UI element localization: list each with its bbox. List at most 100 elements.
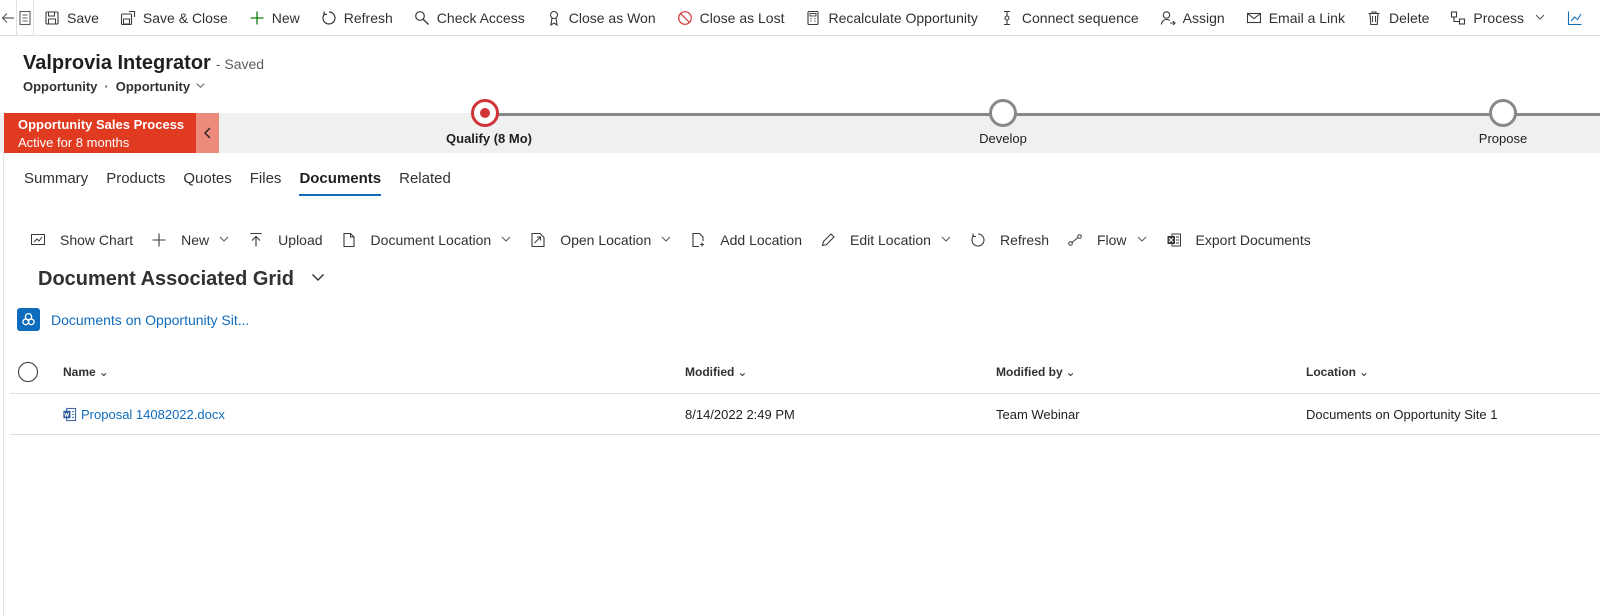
column-header-modified-by[interactable]: Modified by ⌄ <box>996 365 1076 379</box>
tab-related[interactable]: Related <box>390 168 460 196</box>
new-button[interactable]: New <box>239 0 311 35</box>
show-chart-button[interactable]: Show Chart <box>20 226 141 254</box>
delete-label: Delete <box>1388 9 1430 26</box>
chevron-down-icon: ⌄ <box>1065 365 1076 379</box>
document-location: Documents on Opportunity Site 1 <box>1306 407 1498 422</box>
chevron-down-icon <box>218 232 230 248</box>
site-link-text[interactable]: Documents on Opportunity Sit... <box>51 312 249 328</box>
close-as-won-button[interactable]: Close as Won <box>536 0 667 35</box>
show-chart-label: Show Chart <box>60 232 134 248</box>
stage-propose-marker[interactable] <box>1489 99 1517 127</box>
chevron-down-icon[interactable] <box>195 79 206 94</box>
subgrid-new-button[interactable]: New <box>141 226 238 254</box>
sharepoint-icon <box>17 308 40 331</box>
record-title: Valprovia Integrator <box>23 52 211 74</box>
refresh-button[interactable]: Refresh <box>311 0 404 35</box>
tab-products[interactable]: Products <box>97 168 174 196</box>
command-bar: Save Save & Close New Refresh Check Acce… <box>0 0 1600 36</box>
chevron-down-icon <box>1136 232 1148 248</box>
export-documents-button[interactable]: Export Documents <box>1156 226 1319 254</box>
grid-header-row: Name ⌄ Modified ⌄ Modified by ⌄ Location ⌄ <box>10 352 1600 394</box>
select-all-checkbox[interactable] <box>18 362 38 382</box>
close-as-lost-button[interactable]: Close as Lost <box>667 0 796 35</box>
column-name-label: Name <box>63 365 96 379</box>
column-location-label: Location <box>1306 365 1356 379</box>
tab-quotes[interactable]: Quotes <box>174 168 240 196</box>
pencil-icon <box>820 232 836 248</box>
subgrid-refresh-button[interactable]: Refresh <box>960 226 1057 254</box>
word-document-icon <box>63 407 77 422</box>
tab-files[interactable]: Files <box>241 168 291 196</box>
save-close-button[interactable]: Save & Close <box>110 0 239 35</box>
document-name-link[interactable]: Proposal 14082022.docx <box>62 407 225 422</box>
connect-sequence-label: Connect sequence <box>1021 9 1139 26</box>
process-summary[interactable]: Opportunity Sales Process Active for 8 m… <box>4 113 196 153</box>
document-modified: 8/14/2022 2:49 PM <box>685 407 795 422</box>
stage-develop-label[interactable]: Develop <box>979 131 1027 146</box>
save-button[interactable]: Save <box>34 0 110 35</box>
refresh-icon <box>970 232 986 248</box>
chevron-down-icon <box>1534 10 1546 26</box>
process-duration: Active for 8 months <box>18 135 130 150</box>
document-name: Proposal 14082022.docx <box>81 407 225 422</box>
view-selector[interactable]: Document Associated Grid <box>38 268 326 291</box>
document-location-button[interactable]: Document Location <box>331 226 521 254</box>
chevron-down-icon <box>940 232 952 248</box>
chevron-down-icon <box>660 232 672 248</box>
excel-icon <box>1166 232 1182 248</box>
column-modified-label: Modified <box>685 365 735 379</box>
more-chart-button[interactable] <box>1557 0 1600 35</box>
table-row[interactable]: Proposal 14082022.docx 8/14/2022 2:49 PM… <box>10 394 1600 435</box>
email-link-icon <box>1246 10 1262 26</box>
back-button[interactable] <box>0 0 17 35</box>
column-header-modified[interactable]: Modified ⌄ <box>685 365 747 379</box>
form-selector[interactable]: Opportunity <box>116 79 190 94</box>
form-tabs: Summary Products Quotes Files Documents … <box>15 168 460 196</box>
column-header-name[interactable]: Name ⌄ <box>63 365 109 379</box>
tab-documents[interactable]: Documents <box>290 168 390 196</box>
stage-propose-label[interactable]: Propose <box>1479 131 1527 146</box>
assign-button[interactable]: Assign <box>1150 0 1236 35</box>
plus-icon <box>151 232 167 248</box>
upload-button[interactable]: Upload <box>238 226 330 254</box>
open-location-button[interactable]: Open Location <box>520 226 680 254</box>
calculator-icon <box>805 10 821 26</box>
add-location-button[interactable]: Add Location <box>680 226 810 254</box>
chevron-down-icon: ⌄ <box>737 365 748 379</box>
prohibited-icon <box>677 10 693 26</box>
stage-qualify-marker[interactable] <box>471 99 499 127</box>
email-link-label: Email a Link <box>1268 9 1345 26</box>
collapse-process-button[interactable] <box>196 113 219 153</box>
check-access-button[interactable]: Check Access <box>404 0 536 35</box>
edit-location-button[interactable]: Edit Location <box>810 226 960 254</box>
chevron-down-icon: ⌄ <box>98 365 109 379</box>
form-view-button[interactable] <box>17 0 34 35</box>
stage-qualify-label[interactable]: Qualify (8 Mo) <box>446 131 532 146</box>
flow-button[interactable]: Flow <box>1057 226 1156 254</box>
delete-button[interactable]: Delete <box>1356 0 1440 35</box>
save-label: Save <box>67 9 99 26</box>
recalculate-opportunity-button[interactable]: Recalculate Opportunity <box>795 0 988 35</box>
connect-sequence-button[interactable]: Connect sequence <box>989 0 1150 35</box>
tab-summary[interactable]: Summary <box>15 168 97 196</box>
flow-icon <box>1067 232 1083 248</box>
process-label: Process <box>1473 9 1524 26</box>
sequence-icon <box>999 10 1015 26</box>
page-icon <box>19 10 31 25</box>
sharepoint-location-link[interactable]: Documents on Opportunity Sit... <box>17 308 249 331</box>
column-modified-by-label: Modified by <box>996 365 1063 379</box>
stage-develop-marker[interactable] <box>989 99 1017 127</box>
key-search-icon <box>414 10 430 26</box>
column-header-location[interactable]: Location ⌄ <box>1306 365 1369 379</box>
email-link-button[interactable]: Email a Link <box>1236 0 1356 35</box>
ribbon-icon <box>546 10 562 26</box>
chart-trend-icon <box>1567 10 1583 26</box>
subgrid-refresh-label: Refresh <box>999 232 1049 248</box>
subtitle-separator: · <box>104 79 109 94</box>
document-modified-by: Team Webinar <box>996 407 1080 422</box>
chevron-down-icon: ⌄ <box>1359 365 1370 379</box>
process-button[interactable]: Process <box>1440 0 1557 35</box>
process-icon <box>1450 10 1466 26</box>
chevron-left-icon <box>203 127 210 139</box>
save-icon <box>44 10 60 26</box>
